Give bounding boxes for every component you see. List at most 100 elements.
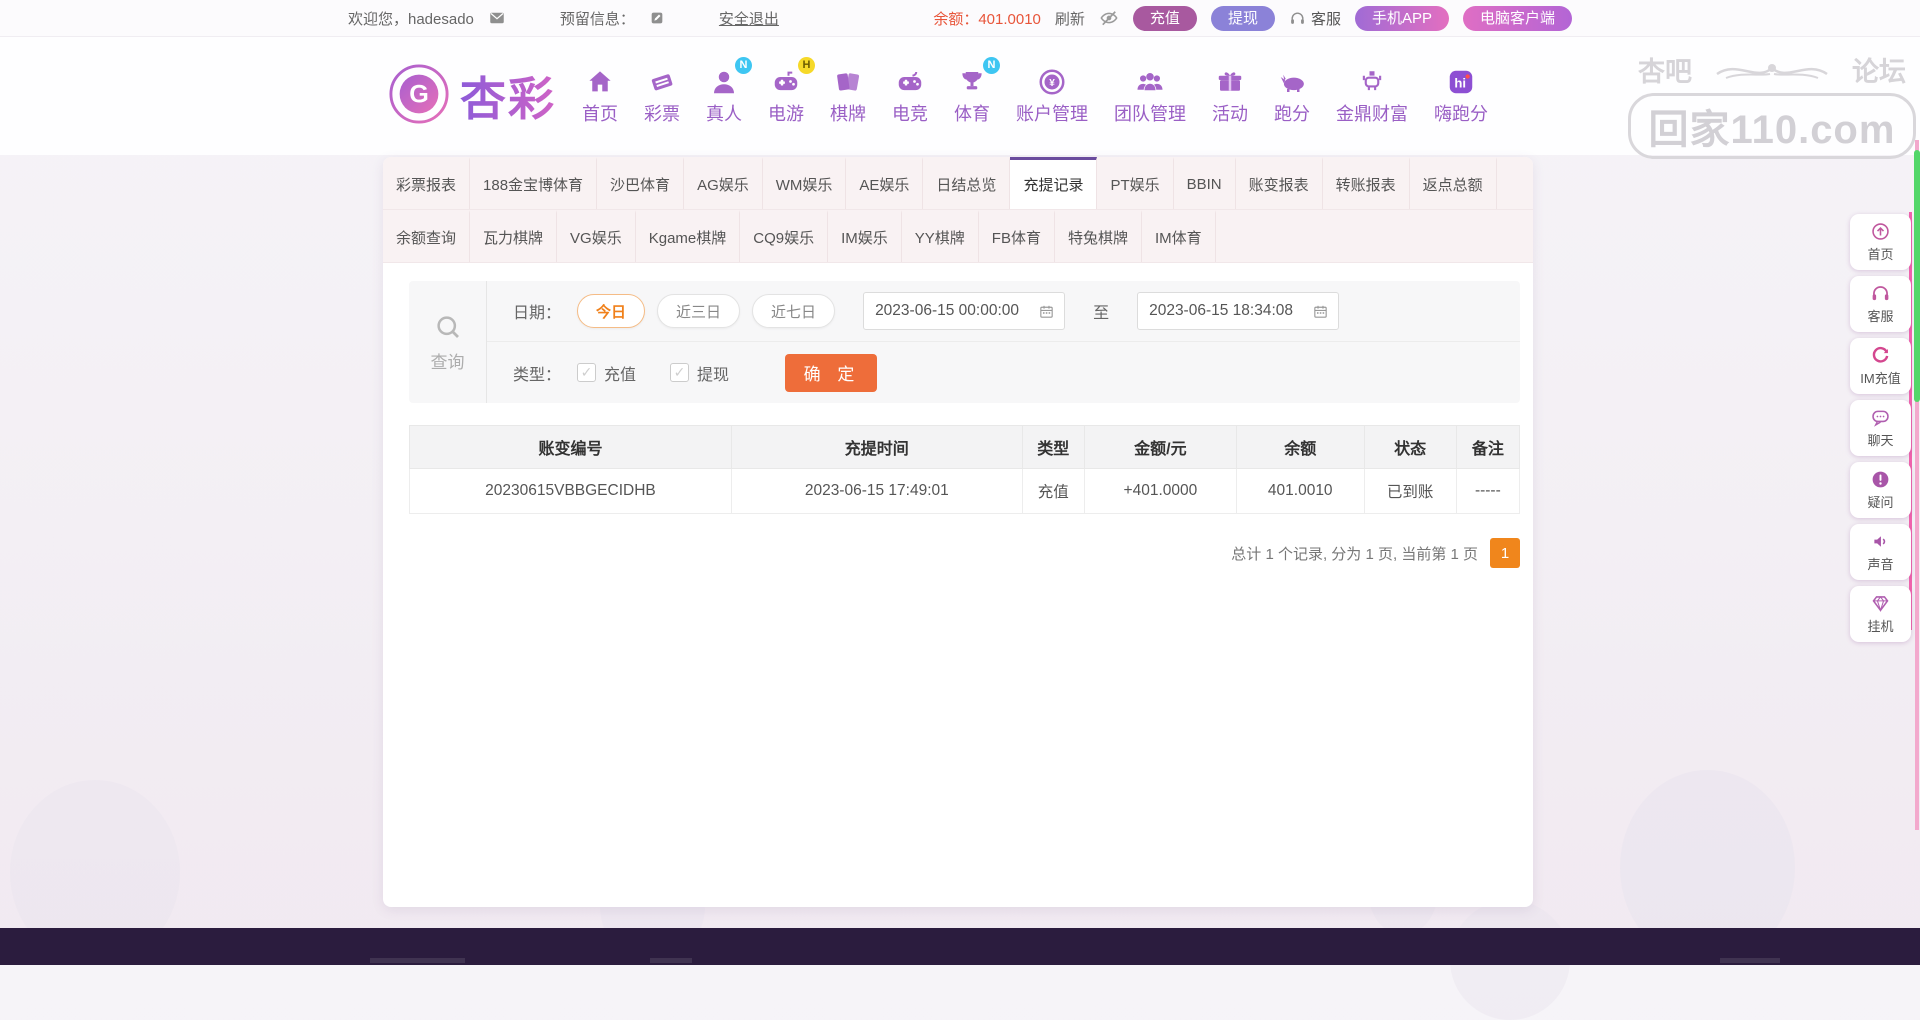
sidebar-item-chat[interactable]: 聊天	[1850, 400, 1911, 456]
topbar-right: 余额：401.0010 刷新 充值 提现 客服 手机APP 电脑客户端	[933, 6, 1572, 31]
tab-ae[interactable]: AE娱乐	[846, 157, 923, 209]
checkbox-recharge[interactable]: 充值	[577, 361, 636, 385]
hi-icon: hi	[1446, 63, 1476, 97]
eye-off-icon[interactable]	[1099, 8, 1119, 28]
nav-item-egames[interactable]: H 电游	[768, 63, 804, 126]
date-from-field[interactable]	[863, 292, 1065, 330]
nav-item-sports[interactable]: N 体育	[954, 63, 990, 126]
nav-item-lottery[interactable]: 彩票	[644, 63, 680, 126]
cell-time: 2023-06-15 17:49:01	[731, 469, 1022, 514]
cell-remark: -----	[1456, 469, 1519, 514]
tab-rebate-total[interactable]: 返点总额	[1410, 157, 1497, 209]
nav-item-account[interactable]: ¥ 账户管理	[1016, 63, 1088, 126]
withdraw-button[interactable]: 提现	[1211, 6, 1275, 31]
tab-wali[interactable]: 瓦力棋牌	[470, 210, 557, 262]
tab-balance-query[interactable]: 余额查询	[383, 210, 470, 262]
tab-bbin[interactable]: BBIN	[1174, 157, 1236, 209]
sidebar-item-im-recharge[interactable]: IM充值	[1850, 338, 1911, 394]
nav-item-boardgames[interactable]: 棋牌	[830, 63, 866, 126]
envelope-icon	[488, 9, 506, 27]
refresh-link[interactable]: 刷新	[1055, 8, 1085, 29]
date-from-input[interactable]	[873, 301, 1031, 321]
edit-pencil-icon[interactable]	[649, 10, 665, 26]
checkbox-icon[interactable]	[577, 363, 596, 382]
nav-item-hipaofen[interactable]: hi 嗨跑分	[1434, 63, 1488, 126]
im-recharge-icon	[1870, 345, 1891, 366]
filter-box: 查询 日期： 今日 近三日 近七日 至 类型：	[409, 281, 1520, 403]
tab-pt[interactable]: PT娱乐	[1097, 157, 1173, 209]
tab-tetu[interactable]: 特兔棋牌	[1055, 210, 1142, 262]
confirm-button[interactable]: 确 定	[785, 354, 877, 392]
nav-item-paofen[interactable]: 跑分	[1274, 63, 1310, 126]
welcome-text: 欢迎您，hadesado	[348, 8, 474, 29]
pagination: 总计 1 个记录, 分为 1 页, 当前第 1 页 1	[383, 538, 1520, 568]
tab-saba-sports[interactable]: 沙巴体育	[597, 157, 684, 209]
tab-lottery-report[interactable]: 彩票报表	[383, 157, 470, 209]
nav-item-live[interactable]: N 真人	[706, 63, 742, 126]
tab-im-games[interactable]: IM娱乐	[828, 210, 902, 262]
date-to-field[interactable]	[1137, 292, 1339, 330]
rhino-icon	[1275, 63, 1309, 97]
tab-transfer-report[interactable]: 转账报表	[1323, 157, 1410, 209]
tab-yy[interactable]: YY棋牌	[902, 210, 979, 262]
tab-wm[interactable]: WM娱乐	[763, 157, 847, 209]
col-balance: 余额	[1236, 426, 1364, 469]
balance-value: 401.0010	[978, 11, 1041, 28]
team-icon	[1134, 63, 1166, 97]
tab-daily-summary[interactable]: 日结总览	[923, 157, 1010, 209]
tab-cq9[interactable]: CQ9娱乐	[740, 210, 828, 262]
customer-service[interactable]: 客服	[1289, 8, 1341, 29]
pc-client-button[interactable]: 电脑客户端	[1463, 6, 1572, 31]
cell-amount: +401.0000	[1084, 469, 1236, 514]
tab-ag[interactable]: AG娱乐	[684, 157, 763, 209]
sidebar-item-home[interactable]: 首页	[1850, 214, 1911, 270]
tab-kgame[interactable]: Kgame棋牌	[636, 210, 741, 262]
cell-change-id: 20230615VBBGECIDHB	[410, 469, 732, 514]
to-label: 至	[1093, 299, 1109, 323]
logout-link[interactable]: 安全退出	[719, 8, 779, 29]
pagination-summary: 总计 1 个记录, 分为 1 页, 当前第 1 页	[1231, 543, 1478, 564]
scrollbar-thumb[interactable]	[1914, 150, 1920, 402]
sidebar-item-sound[interactable]: 声音	[1850, 524, 1911, 580]
site-logo[interactable]: G 杏彩	[388, 63, 556, 130]
recharge-button[interactable]: 充值	[1133, 6, 1197, 31]
col-status: 状态	[1364, 426, 1456, 469]
badge-n: N	[735, 57, 752, 74]
date-to-input[interactable]	[1147, 301, 1305, 321]
tab-vg[interactable]: VG娱乐	[557, 210, 636, 262]
records-table: 账变编号 充提时间 类型 金额/元 余额 状态 备注 20230615VBBGE…	[409, 425, 1520, 514]
mobile-app-button[interactable]: 手机APP	[1355, 6, 1449, 31]
nav-item-home[interactable]: 首页	[582, 63, 618, 126]
tab-recharge-records[interactable]: 充提记录	[1010, 157, 1097, 209]
diamond-icon	[1870, 593, 1891, 614]
badge-n: N	[983, 57, 1000, 74]
quick-date-3days[interactable]: 近三日	[657, 294, 740, 328]
tab-188-sports[interactable]: 188金宝博体育	[470, 157, 597, 209]
page-button-1[interactable]: 1	[1490, 538, 1520, 568]
nav-item-jinding[interactable]: 金鼎财富	[1336, 63, 1408, 126]
tab-im-sports[interactable]: IM体育	[1142, 210, 1216, 262]
svg-text:hi: hi	[1454, 75, 1466, 90]
tab-account-change-report[interactable]: 账变报表	[1236, 157, 1323, 209]
sound-icon	[1870, 531, 1891, 552]
quick-date-today[interactable]: 今日	[577, 294, 645, 328]
cell-status: 已到账	[1364, 469, 1456, 514]
checkbox-withdraw[interactable]: 提现	[670, 361, 729, 385]
nav-item-esports[interactable]: 电竞	[892, 63, 928, 126]
sidebar-item-hangup[interactable]: 挂机	[1850, 586, 1911, 642]
sidebar-item-question[interactable]: 疑问	[1850, 462, 1911, 518]
nav-item-promos[interactable]: 活动	[1212, 63, 1248, 126]
calendar-icon[interactable]	[1312, 303, 1329, 320]
watermark-left-text: 杏吧	[1638, 50, 1692, 89]
quick-date-7days[interactable]: 近七日	[752, 294, 835, 328]
footer	[0, 928, 1920, 965]
tab-fb-sports[interactable]: FB体育	[979, 210, 1055, 262]
live-person-icon: N	[709, 63, 739, 97]
header-inner: G 杏彩 首页 彩票 N 真人	[388, 37, 1488, 155]
sidebar-item-service[interactable]: 客服	[1850, 276, 1911, 332]
checkbox-icon[interactable]	[670, 363, 689, 382]
watermark-domain: 回家110.com	[1628, 93, 1916, 159]
customer-service-label: 客服	[1311, 8, 1341, 29]
nav-item-team[interactable]: 团队管理	[1114, 63, 1186, 126]
calendar-icon[interactable]	[1038, 303, 1055, 320]
